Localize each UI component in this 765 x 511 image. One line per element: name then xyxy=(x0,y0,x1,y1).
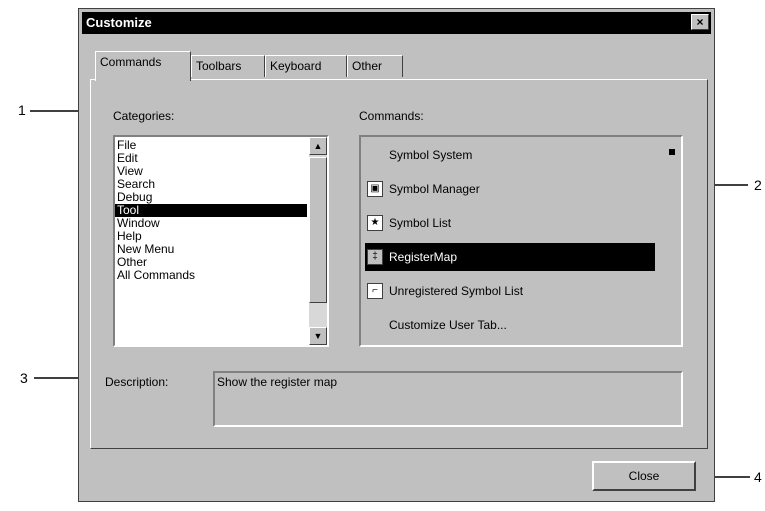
command-item-symbol-list[interactable]: ★ Symbol List xyxy=(365,209,655,237)
categories-list[interactable]: File Edit View Search Debug Tool Window … xyxy=(113,135,329,347)
command-item-symbol-system[interactable]: Symbol System xyxy=(365,141,655,169)
categories-label: Categories: xyxy=(113,109,175,123)
commands-list[interactable]: Symbol System ▣ Symbol Manager ★ Symbol … xyxy=(359,135,683,347)
description-box: Show the register map xyxy=(213,371,683,427)
tab-toolbars[interactable]: Toolbars xyxy=(191,55,265,77)
title-bar[interactable]: Customize × xyxy=(82,12,711,34)
categories-items: File Edit View Search Debug Tool Window … xyxy=(115,139,307,282)
command-item-customize-user-tab[interactable]: Customize User Tab... xyxy=(365,311,655,339)
category-item-file[interactable]: File xyxy=(115,139,307,152)
callout-3: 3 xyxy=(20,370,28,386)
command-label: RegisterMap xyxy=(389,250,458,264)
description-text: Show the register map xyxy=(217,375,338,389)
category-item-debug[interactable]: Debug xyxy=(115,191,307,204)
command-label: Symbol List xyxy=(389,216,452,230)
scroll-thumb[interactable] xyxy=(309,157,327,303)
register-map-icon: ‡ xyxy=(367,249,383,265)
commands-scroll-marker[interactable] xyxy=(669,149,675,155)
command-label: Customize User Tab... xyxy=(389,318,507,332)
star-icon: ★ xyxy=(367,215,383,231)
customize-dialog: Customize × Commands Toolbars Keyboard O… xyxy=(78,8,715,502)
categories-scrollbar[interactable]: ▲ ▼ xyxy=(309,137,327,345)
commands-label: Commands: xyxy=(359,109,424,123)
callout-2: 2 xyxy=(754,177,762,193)
callout-4: 4 xyxy=(754,469,762,485)
close-icon[interactable]: × xyxy=(691,14,709,30)
category-item-window[interactable]: Window xyxy=(115,217,307,230)
unregistered-symbol-icon: ⌐ xyxy=(367,283,383,299)
close-button[interactable]: Close xyxy=(592,461,696,491)
description-label: Description: xyxy=(105,375,169,389)
scroll-down-icon[interactable]: ▼ xyxy=(309,327,327,345)
callout-1: 1 xyxy=(18,102,26,118)
category-item-all-commands[interactable]: All Commands xyxy=(115,269,307,282)
tab-keyboard[interactable]: Keyboard xyxy=(265,55,347,77)
command-item-unregistered-symbol-list[interactable]: ⌐ Unregistered Symbol List xyxy=(365,277,655,305)
window-title: Customize xyxy=(86,15,152,30)
scroll-up-icon[interactable]: ▲ xyxy=(309,137,327,155)
command-item-registermap[interactable]: ‡ RegisterMap xyxy=(365,243,655,271)
category-item-edit[interactable]: Edit xyxy=(115,152,307,165)
tab-commands[interactable]: Commands xyxy=(95,51,191,81)
symbol-manager-icon: ▣ xyxy=(367,181,383,197)
command-label: Symbol Manager xyxy=(389,182,480,196)
tab-other[interactable]: Other xyxy=(347,55,403,77)
command-item-symbol-manager[interactable]: ▣ Symbol Manager xyxy=(365,175,655,203)
command-label: Unregistered Symbol List xyxy=(389,284,524,298)
command-label: Symbol System xyxy=(389,148,473,162)
